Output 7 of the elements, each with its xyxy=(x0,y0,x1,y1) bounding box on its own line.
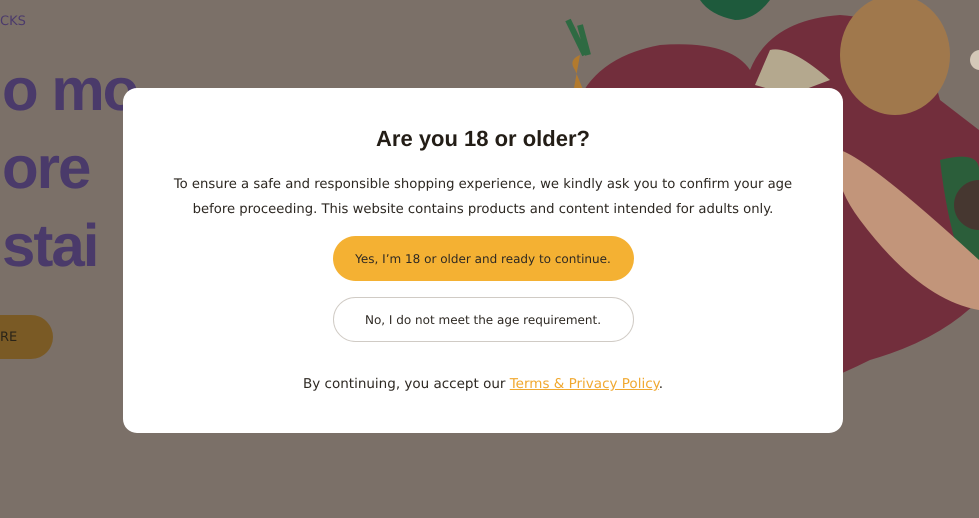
hero-button[interactable]: RE xyxy=(0,315,53,359)
terms-notice: By continuing, you accept our Terms & Privacy Policy. xyxy=(303,376,663,392)
confirm-age-button[interactable]: Yes, I’m 18 or older and ready to continue. xyxy=(332,236,634,281)
dialog-title: Are you 18 or older? xyxy=(376,126,590,152)
terms-link[interactable]: Terms & Privacy Policy xyxy=(510,376,659,392)
dialog-message: To ensure a safe and responsible shopping experience, we kindly ask you to confirm your age before proceeding. This website contains products and content intended for adults only. xyxy=(172,176,794,219)
decline-age-button[interactable]: No, I do not meet the age requirement. xyxy=(332,297,634,342)
